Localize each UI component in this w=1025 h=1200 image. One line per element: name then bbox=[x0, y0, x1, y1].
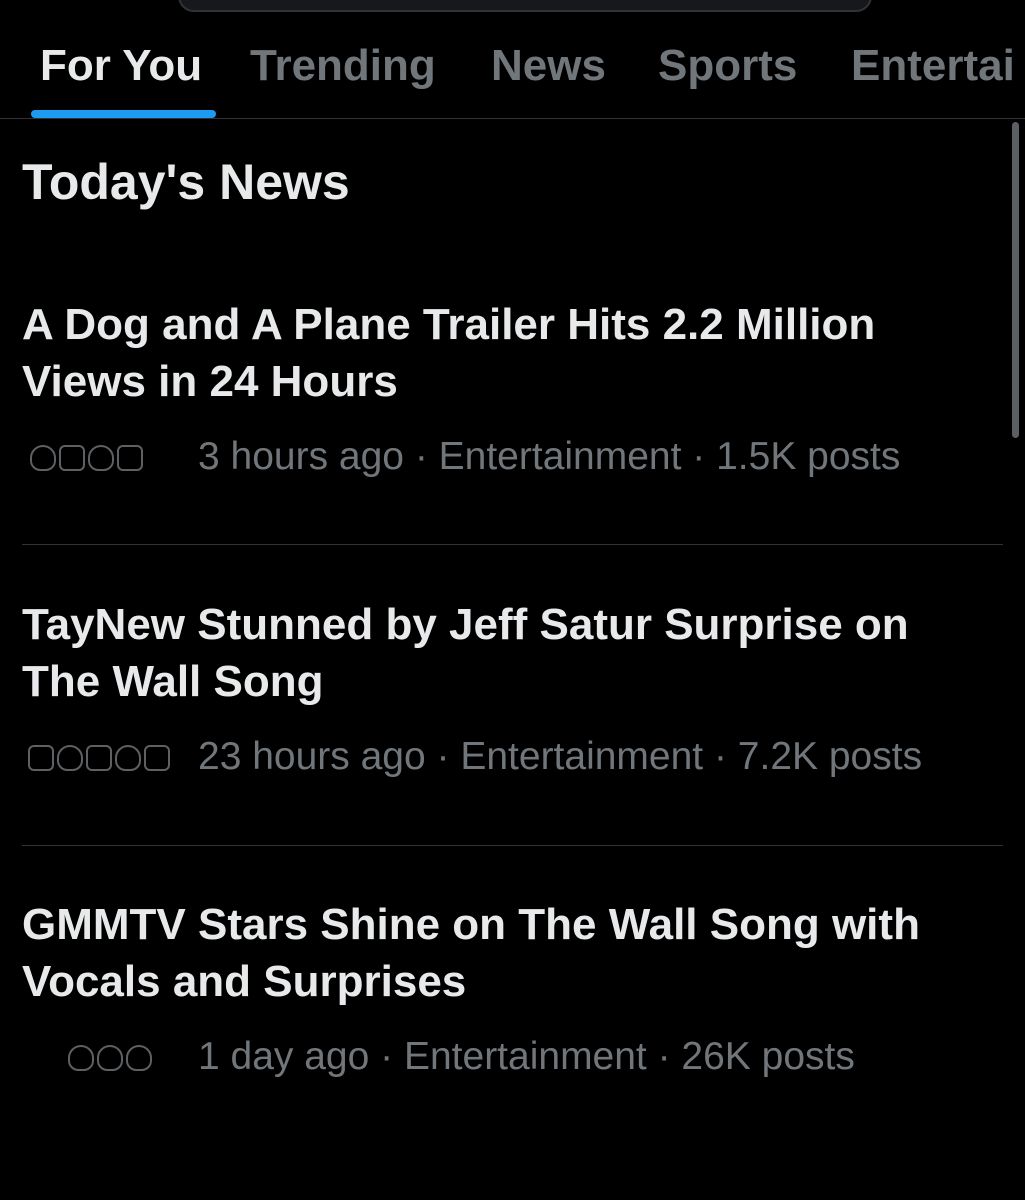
tab-trending[interactable]: Trending bbox=[250, 38, 436, 94]
tab-news[interactable]: News bbox=[491, 38, 606, 94]
scrollbar-thumb[interactable] bbox=[1012, 122, 1019, 438]
news-meta: 3 hours ago · Entertainment · 1.5K posts bbox=[198, 435, 901, 478]
explore-tab-bar: For You Trending News Sports Entertai bbox=[0, 0, 1025, 119]
avatar-icon bbox=[68, 1045, 94, 1071]
news-headline: TayNew Stunned by Jeff Satur Surprise on… bbox=[22, 600, 909, 706]
avatar-icon bbox=[88, 445, 114, 471]
news-item[interactable]: A Dog and A Plane Trailer Hits 2.2 Milli… bbox=[0, 296, 1003, 496]
avatar-icon bbox=[30, 445, 56, 471]
news-meta: 1 day ago · Entertainment · 26K posts bbox=[198, 1035, 855, 1078]
divider bbox=[22, 544, 1003, 545]
tab-sports[interactable]: Sports bbox=[658, 38, 797, 94]
news-headline: GMMTV Stars Shine on The Wall Song with … bbox=[22, 900, 920, 1006]
avatar-stack bbox=[68, 1042, 152, 1074]
news-headline: A Dog and A Plane Trailer Hits 2.2 Milli… bbox=[22, 300, 876, 406]
avatar-stack bbox=[30, 442, 143, 474]
news-meta: 23 hours ago · Entertainment · 7.2K post… bbox=[198, 735, 923, 778]
avatar-icon bbox=[97, 1045, 123, 1071]
avatar-icon bbox=[86, 745, 112, 771]
news-item[interactable]: TayNew Stunned by Jeff Satur Surprise on… bbox=[0, 596, 1003, 796]
avatar-icon bbox=[28, 745, 54, 771]
active-tab-indicator bbox=[31, 110, 216, 118]
news-item[interactable]: GMMTV Stars Shine on The Wall Song with … bbox=[0, 896, 1003, 1096]
avatar-stack bbox=[28, 742, 170, 774]
avatar-icon bbox=[117, 445, 143, 471]
section-title: Today's News bbox=[22, 154, 350, 210]
tab-entertainment[interactable]: Entertai bbox=[851, 38, 1015, 94]
avatar-icon bbox=[115, 745, 141, 771]
divider bbox=[22, 845, 1003, 846]
avatar-icon bbox=[59, 445, 85, 471]
avatar-icon bbox=[144, 745, 170, 771]
tab-for-you[interactable]: For You bbox=[40, 38, 202, 94]
avatar-icon bbox=[126, 1045, 152, 1071]
avatar-icon bbox=[57, 745, 83, 771]
